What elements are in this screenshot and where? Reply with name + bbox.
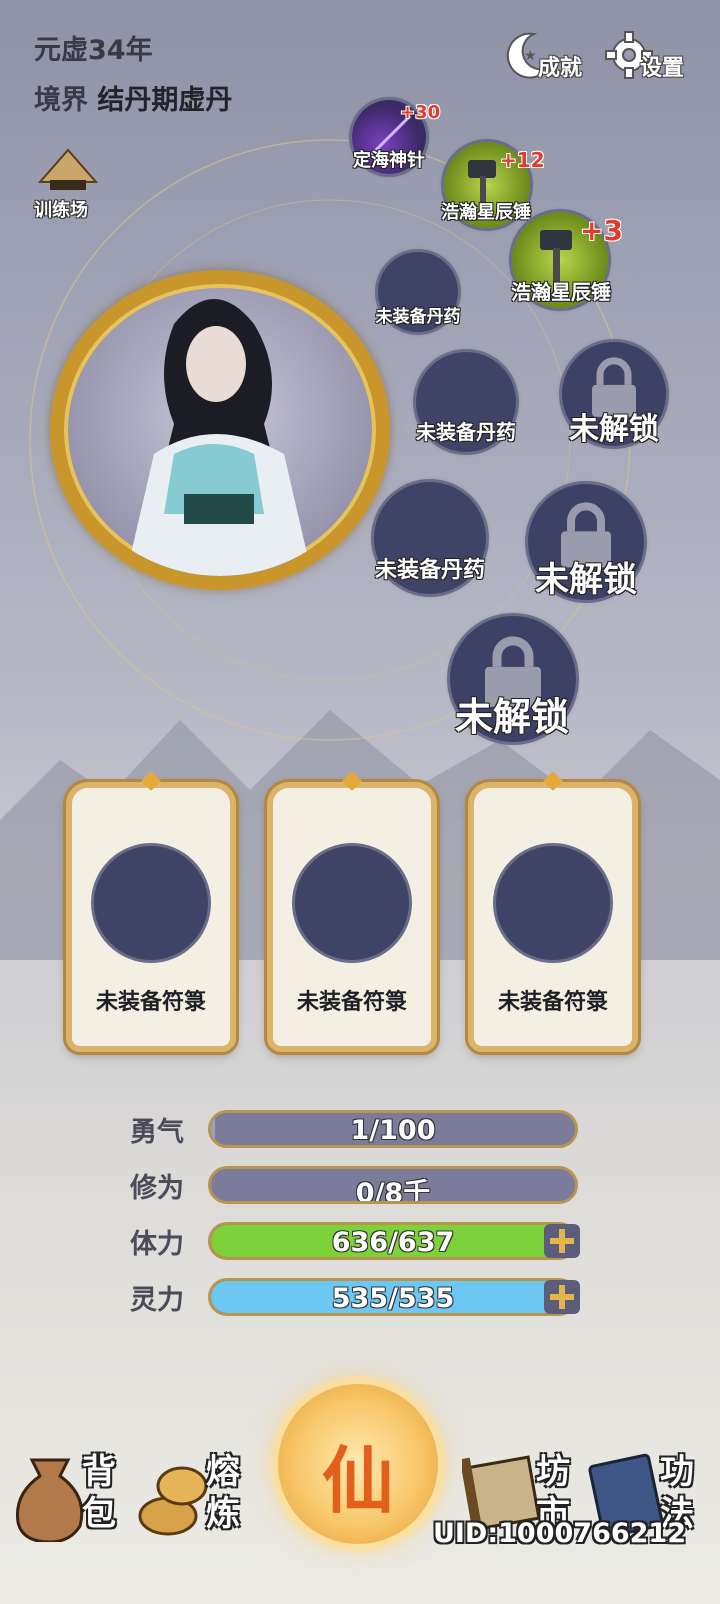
character-portrait[interactable]: [50, 270, 390, 590]
stamina-label: 体力: [130, 1229, 184, 1260]
talisman-label: 未装备符箓: [296, 990, 407, 1015]
plus-icon: [544, 1280, 580, 1314]
realm-label: 境界: [34, 85, 88, 116]
spirit-bar: 535/535: [208, 1278, 578, 1316]
spirit-label: 灵力: [130, 1285, 184, 1316]
bag-icon: [15, 1458, 84, 1542]
coins-icon: [138, 1466, 208, 1536]
locked-1-label: 未解锁: [569, 412, 659, 447]
locked-3-label: 未解锁: [454, 695, 570, 739]
cultivation-bar: 0/8千: [208, 1166, 578, 1204]
cultivation-label: 修为: [130, 1173, 184, 1204]
nav-smelt-char-2: 炼: [206, 1494, 240, 1534]
settings-label: 设置: [639, 56, 684, 81]
locked-2-label: 未解锁: [535, 560, 637, 600]
talisman-label: 未装备符箓: [497, 990, 608, 1015]
talisman-card-3[interactable]: 未装备符箓: [468, 771, 638, 1052]
user-id: UID:1000766212: [432, 1518, 686, 1549]
courage-label: 勇气: [130, 1117, 184, 1148]
spirit-add-button[interactable]: [540, 1277, 584, 1317]
stamina-value: 636/637: [331, 1227, 455, 1258]
weapon-2-plus: +12: [500, 148, 545, 172]
talisman-card-1[interactable]: 未装备符箓: [66, 771, 236, 1052]
weapon-1-plus: +30: [400, 102, 441, 123]
pill-1-label: 未装备丹药: [375, 307, 461, 327]
courage-value: 1/100: [350, 1115, 436, 1146]
training-field-label: 训练场: [34, 200, 88, 221]
pill-3-label: 未装备丹药: [374, 558, 486, 583]
center-xian-button[interactable]: 仙: [278, 1384, 438, 1544]
talisman-label: 未装备符箓: [95, 990, 206, 1015]
pill-2-label: 未装备丹药: [416, 420, 516, 444]
weapon-3-name: 浩瀚星辰锤: [511, 280, 611, 304]
nav-bag-char-1: 背: [82, 1452, 116, 1492]
center-xian-label: 仙: [321, 1439, 394, 1523]
weapon-1-name: 定海神针: [353, 150, 425, 171]
courage-bar: 1/100: [208, 1110, 578, 1148]
talisman-slot: [496, 846, 610, 960]
realm-line: 境界 结丹期虚丹: [34, 78, 232, 117]
training-field-button[interactable]: 训练场: [34, 148, 104, 221]
stamina-bar: 636/637: [208, 1222, 578, 1260]
nav-market-char-1: 坊: [536, 1452, 570, 1492]
straw-hat-icon: [38, 148, 98, 190]
talisman-card-2[interactable]: 未装备符箓: [267, 771, 437, 1052]
svg-text:★: ★: [524, 48, 537, 64]
settings-button[interactable]: 设置: [604, 30, 684, 86]
cultivation-value: 0/8千: [355, 1178, 431, 1204]
character-silhouette: [125, 299, 313, 576]
achievements-label: 成就: [537, 56, 582, 81]
nav-smelt[interactable]: 熔 炼: [136, 1440, 256, 1550]
talisman-slot: [295, 846, 409, 960]
plus-icon: [544, 1224, 580, 1258]
year-label: 元虚34年: [34, 35, 153, 66]
nav-skills-char-1: 功: [660, 1452, 694, 1492]
nav-smelt-char-1: 熔: [206, 1452, 240, 1492]
weapon-3-plus: +3: [580, 214, 623, 247]
stamina-add-button[interactable]: [540, 1221, 584, 1261]
achievements-button[interactable]: ★ 成就: [502, 30, 582, 86]
realm-value: 结丹期虚丹: [97, 85, 233, 116]
spirit-value: 535/535: [331, 1283, 455, 1314]
talisman-slot: [94, 846, 208, 960]
nav-bag-char-2: 包: [82, 1494, 116, 1534]
nav-bag[interactable]: 背 包: [10, 1440, 130, 1550]
